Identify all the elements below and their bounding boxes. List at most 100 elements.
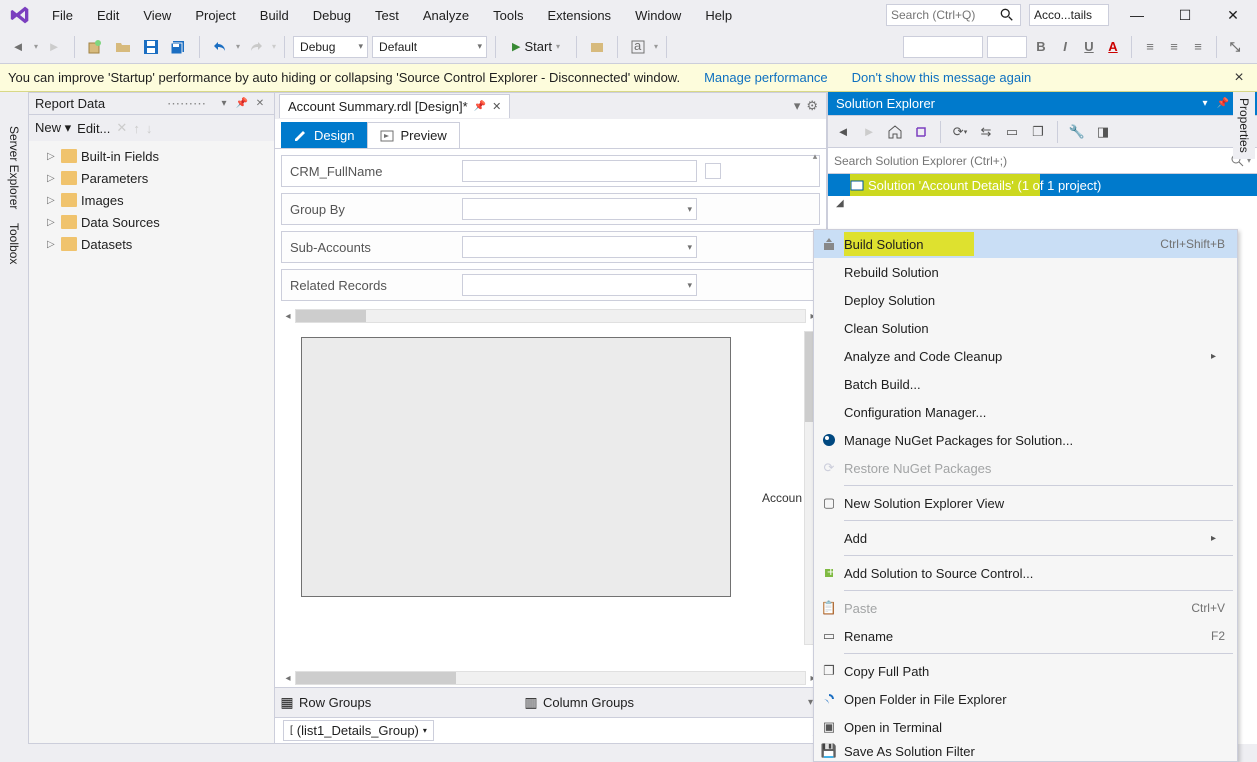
se-back-icon[interactable]: ◄ — [832, 121, 854, 143]
se-refresh-icon[interactable]: ⟳▾ — [949, 121, 971, 143]
size-combo[interactable] — [987, 36, 1027, 58]
ctx-copy-path[interactable]: ❐Copy Full Path — [814, 657, 1237, 685]
platform-dropdown[interactable]: Default — [372, 36, 487, 58]
se-properties-icon[interactable]: 🔧 — [1066, 121, 1088, 143]
param-scroll-up-icon[interactable]: ▴ — [808, 151, 822, 165]
ctx-deploy-solution[interactable]: Deploy Solution — [814, 286, 1237, 314]
param-input-subaccounts[interactable] — [462, 236, 697, 258]
tree-node-parameters[interactable]: ▷Parameters — [29, 167, 274, 189]
tree-node-datasources[interactable]: ▷Data Sources — [29, 211, 274, 233]
menu-file[interactable]: File — [40, 4, 85, 27]
font-color-icon[interactable]: A — [1103, 37, 1123, 57]
align-left-icon[interactable]: ≡ — [1140, 37, 1160, 57]
infobar-close-icon[interactable]: × — [1229, 69, 1249, 87]
italic-icon[interactable]: I — [1055, 37, 1075, 57]
ctx-open-folder[interactable]: Open Folder in File Explorer — [814, 685, 1237, 713]
tree-node-builtin[interactable]: ▷Built-in Fields — [29, 145, 274, 167]
menu-help[interactable]: Help — [693, 4, 744, 27]
align-right-icon[interactable]: ≡ — [1188, 37, 1208, 57]
rd-delete-icon[interactable]: ✕ — [116, 120, 127, 136]
dont-show-link[interactable]: Don't show this message again — [852, 70, 1032, 85]
ctx-build-solution[interactable]: Build Solution Ctrl+Shift+B — [814, 230, 1237, 258]
se-collapse-icon[interactable]: ⇆ — [975, 121, 997, 143]
ctx-add[interactable]: Add▸ — [814, 524, 1237, 552]
se-expand-icon[interactable]: ◢ — [836, 198, 844, 209]
manage-performance-link[interactable]: Manage performance — [704, 70, 828, 85]
properties-tab[interactable]: Properties — [1233, 92, 1255, 159]
preview-tab[interactable]: Preview — [367, 122, 459, 148]
report-canvas[interactable] — [301, 337, 731, 597]
se-forward-icon[interactable]: ► — [858, 121, 880, 143]
menu-tools[interactable]: Tools — [481, 4, 535, 27]
ctx-rename[interactable]: ▭RenameF2 — [814, 622, 1237, 650]
quick-search[interactable] — [886, 4, 1021, 26]
open-icon[interactable] — [111, 35, 135, 59]
start-button[interactable]: ▶ Start ▾ — [504, 35, 568, 59]
se-sync-icon[interactable] — [910, 121, 932, 143]
ctx-analyze-cleanup[interactable]: Analyze and Code Cleanup▸ — [814, 342, 1237, 370]
param-chk[interactable] — [705, 163, 721, 179]
se-showall-icon[interactable]: ▭ — [1001, 121, 1023, 143]
tab-settings-icon[interactable]: ⚙ — [806, 98, 818, 114]
doc-close-icon[interactable]: ✕ — [492, 100, 501, 113]
rd-edit-button[interactable]: Edit... — [77, 121, 110, 136]
menu-edit[interactable]: Edit — [85, 4, 131, 27]
ctx-manage-nuget[interactable]: Manage NuGet Packages for Solution... — [814, 426, 1237, 454]
menu-project[interactable]: Project — [183, 4, 247, 27]
menu-analyze[interactable]: Analyze — [411, 4, 481, 27]
se-pin-icon[interactable]: 📌 — [1215, 96, 1231, 112]
se-preview-icon[interactable]: ◨ — [1092, 121, 1114, 143]
panel-close-icon[interactable]: ✕ — [252, 96, 268, 112]
bold-icon[interactable]: B — [1031, 37, 1051, 57]
tree-node-datasets[interactable]: ▷Datasets — [29, 233, 274, 255]
server-explorer-tab[interactable]: Server Explorer — [3, 120, 25, 215]
undo-icon[interactable] — [208, 35, 232, 59]
ctx-save-filter[interactable]: 💾Save As Solution Filter — [814, 741, 1237, 761]
toolbar-icon-1[interactable] — [585, 35, 609, 59]
search-icon[interactable] — [999, 5, 1016, 25]
account-button[interactable]: Acco...tails — [1029, 4, 1109, 26]
rd-up-icon[interactable]: ↑ — [133, 121, 140, 136]
ctx-add-scc[interactable]: +Add Solution to Source Control... — [814, 559, 1237, 587]
config-dropdown[interactable]: Debug — [293, 36, 368, 58]
redo-icon[interactable] — [244, 35, 268, 59]
menu-debug[interactable]: Debug — [301, 4, 363, 27]
ctx-config-manager[interactable]: Configuration Manager... — [814, 398, 1237, 426]
toolbar-icon-2[interactable]: a — [626, 35, 650, 59]
maximize-button[interactable]: ☐ — [1165, 3, 1205, 27]
se-dropdown-icon[interactable]: ▾ — [1197, 96, 1213, 112]
menu-extensions[interactable]: Extensions — [535, 4, 623, 27]
ctx-batch-build[interactable]: Batch Build... — [814, 370, 1237, 398]
underline-icon[interactable]: U — [1079, 37, 1099, 57]
tree-node-images[interactable]: ▷Images — [29, 189, 274, 211]
ctx-clean-solution[interactable]: Clean Solution — [814, 314, 1237, 342]
params-hscroll[interactable]: ◂▸ — [275, 307, 826, 325]
param-input-groupby[interactable] — [462, 198, 697, 220]
panel-dropdown-icon[interactable]: ▾ — [216, 96, 232, 112]
toolbar-last-icon[interactable]: ⤡ — [1225, 37, 1245, 57]
menu-window[interactable]: Window — [623, 4, 693, 27]
param-input-related[interactable] — [462, 274, 697, 296]
design-tab[interactable]: Design — [281, 122, 367, 148]
group-item[interactable]: [ (list1_Details_Group) ▾ — [283, 720, 434, 741]
param-input-fullname[interactable] — [462, 160, 697, 182]
menu-build[interactable]: Build — [248, 4, 301, 27]
minimize-button[interactable]: — — [1117, 3, 1157, 27]
nav-forward-icon[interactable]: ► — [42, 35, 66, 59]
solution-root-node[interactable]: Solution 'Account Details' (1 of 1 proje… — [828, 174, 1257, 196]
rd-new-button[interactable]: New ▾ — [35, 120, 71, 136]
align-center-icon[interactable]: ≡ — [1164, 37, 1184, 57]
font-combo[interactable] — [903, 36, 983, 58]
tab-overflow-icon[interactable]: ▾ — [794, 98, 801, 114]
menu-view[interactable]: View — [131, 4, 183, 27]
panel-pin-icon[interactable]: 📌 — [234, 96, 250, 112]
se-search-input[interactable] — [834, 154, 1231, 168]
save-icon[interactable] — [139, 35, 163, 59]
nav-back-icon[interactable]: ◄ — [6, 35, 30, 59]
se-home-icon[interactable] — [884, 121, 906, 143]
new-project-icon[interactable] — [83, 35, 107, 59]
menu-test[interactable]: Test — [363, 4, 411, 27]
rd-down-icon[interactable]: ↓ — [146, 121, 153, 136]
ctx-open-terminal[interactable]: ▣Open in Terminal — [814, 713, 1237, 741]
document-tab[interactable]: Account Summary.rdl [Design]* 📌 ✕ — [279, 94, 510, 118]
